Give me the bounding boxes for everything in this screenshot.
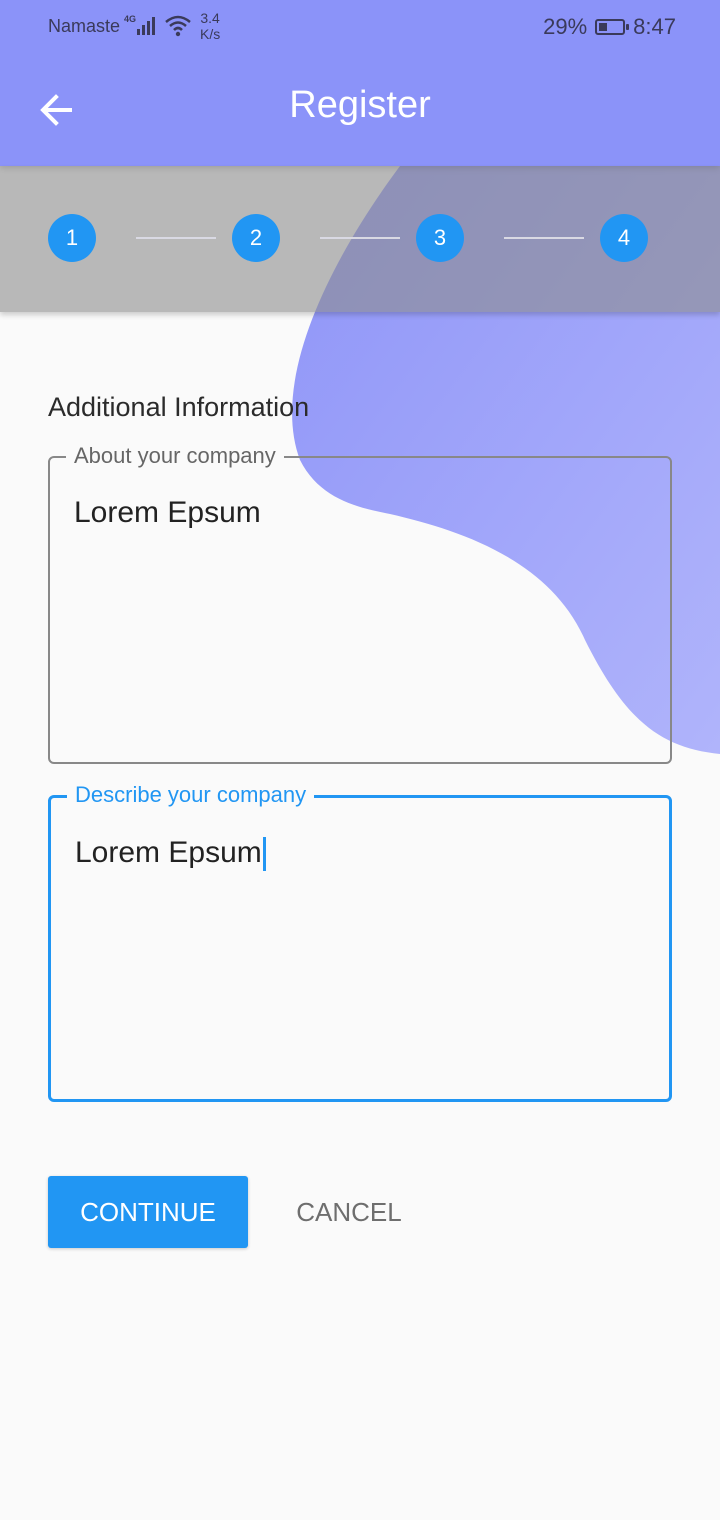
describe-company-label: Describe your company <box>67 782 315 808</box>
describe-company-value: Lorem Epsum <box>75 836 262 869</box>
cancel-button[interactable]: CANCEL <box>272 1176 426 1248</box>
continue-button[interactable]: CONTINUE <box>48 1176 248 1248</box>
about-company-field[interactable]: About your company Lorem Epsum <box>48 443 672 764</box>
about-company-value[interactable]: Lorem Epsum <box>74 496 261 530</box>
form-content: Additional Information About your compan… <box>0 0 720 1520</box>
describe-company-input[interactable]: Lorem Epsum <box>75 836 266 872</box>
describe-company-field[interactable]: Describe your company Lorem Epsum <box>48 782 672 1102</box>
section-title: Additional Information <box>48 392 310 422</box>
text-cursor <box>262 837 266 872</box>
about-company-label: About your company <box>66 443 284 469</box>
